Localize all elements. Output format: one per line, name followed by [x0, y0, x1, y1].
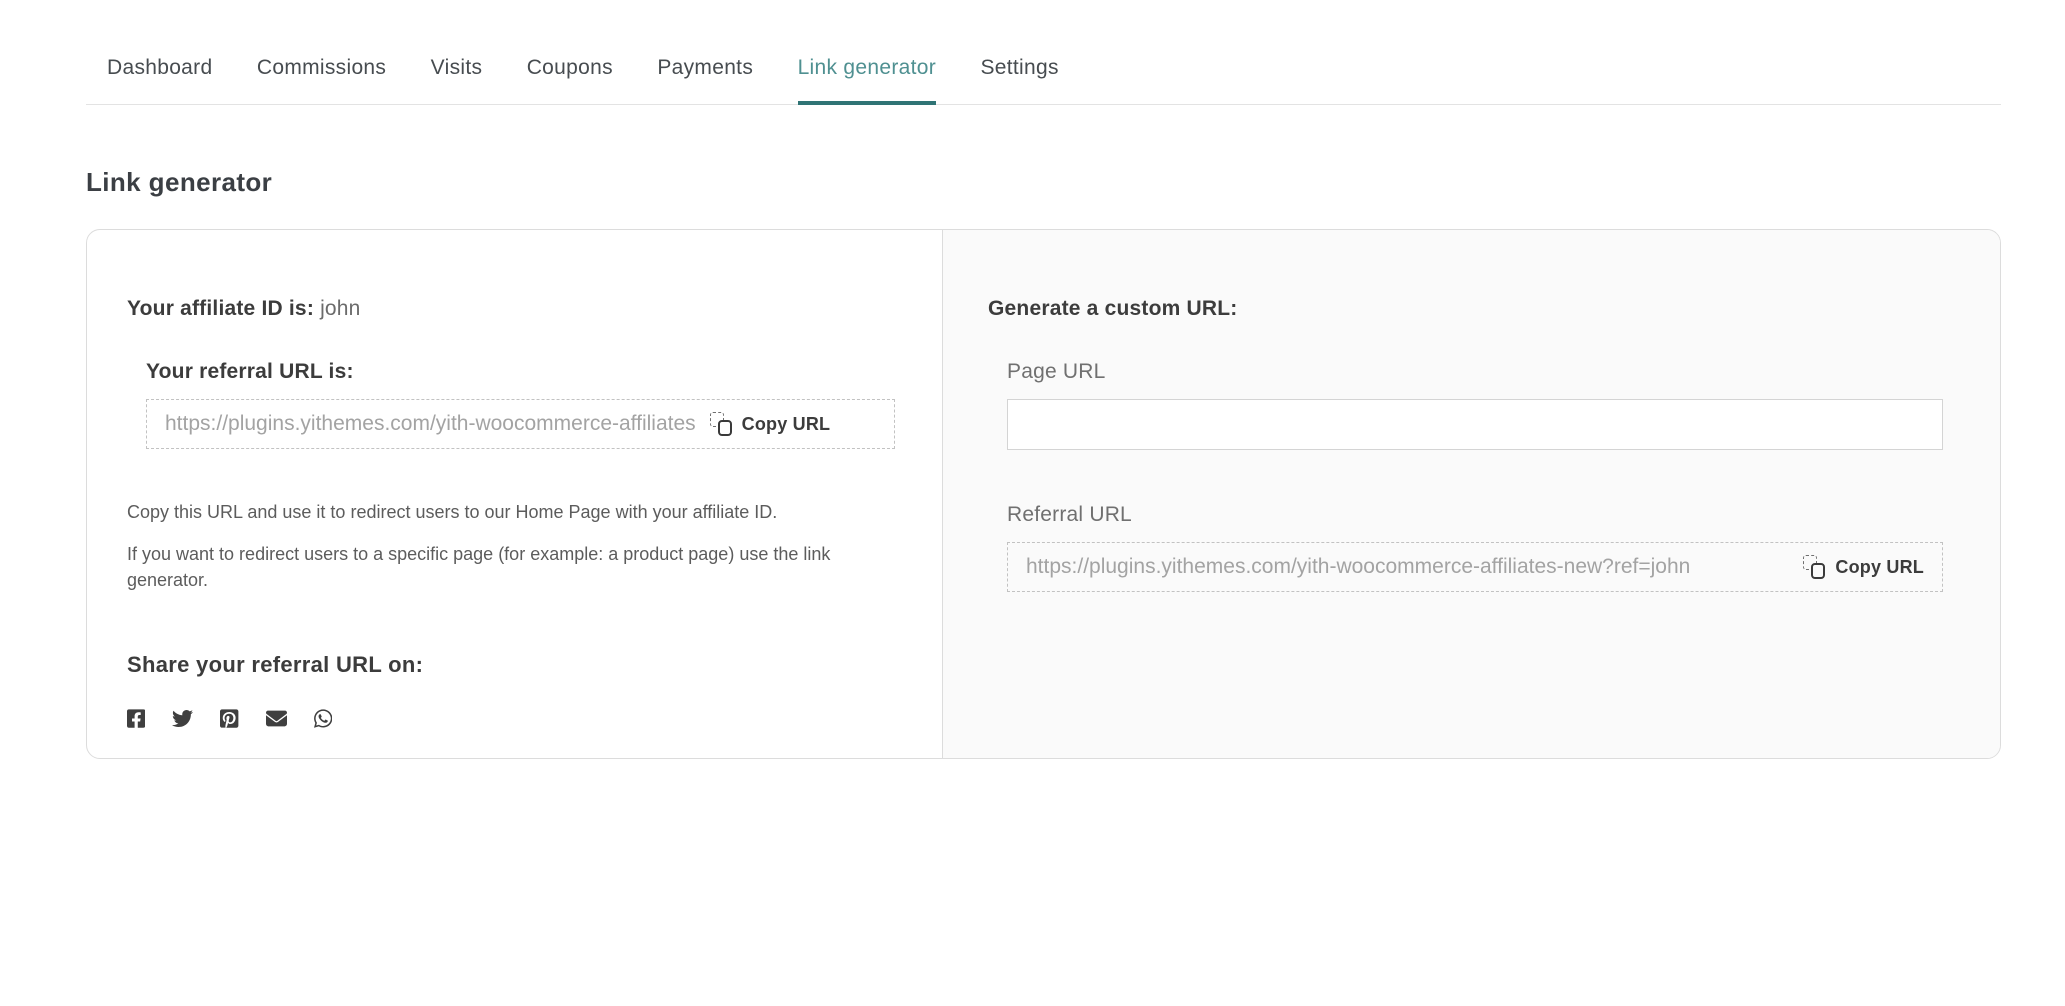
tab-coupons[interactable]: Coupons [527, 56, 613, 105]
facebook-icon[interactable] [127, 708, 145, 729]
tab-visits[interactable]: Visits [431, 56, 483, 105]
referral-url-box: https://plugins.yithemes.com/yith-woocom… [146, 399, 895, 449]
referral-info-panel: Your affiliate ID is: john Your referral… [87, 230, 942, 758]
tab-commissions[interactable]: Commissions [257, 56, 386, 105]
tab-link-generator[interactable]: Link generator [798, 56, 936, 105]
link-generator-card: Your affiliate ID is: john Your referral… [86, 229, 2001, 759]
tab-payments[interactable]: Payments [657, 56, 753, 105]
generated-referral-url-text: https://plugins.yithemes.com/yith-woocom… [1026, 555, 1690, 579]
page-url-field: Page URL [1007, 360, 1943, 450]
whatsapp-icon[interactable] [314, 708, 332, 729]
custom-url-heading: Generate a custom URL: [988, 297, 1943, 321]
copy-url-button-label: Copy URL [742, 414, 831, 435]
generated-referral-url-label: Referral URL [1007, 503, 1943, 527]
affiliate-id-label: Your affiliate ID is: [127, 297, 314, 320]
referral-help-text-2: If you want to redirect users to a speci… [127, 541, 882, 593]
referral-url-label: Your referral URL is: [146, 360, 902, 384]
copy-generated-url-button[interactable]: Copy URL [1803, 555, 1924, 579]
page-content: Dashboard Commissions Visits Coupons Pay… [86, 56, 2001, 759]
affiliate-id-value: john [320, 297, 361, 320]
copy-icon [1803, 555, 1825, 579]
page-title: Link generator [86, 167, 2001, 198]
tab-bar: Dashboard Commissions Visits Coupons Pay… [86, 56, 2001, 105]
copy-url-button[interactable]: Copy URL [710, 412, 831, 436]
generated-referral-url-field: Referral URL https://plugins.yithemes.co… [1007, 503, 1943, 592]
copy-icon [710, 412, 732, 436]
generated-referral-url-box: https://plugins.yithemes.com/yith-woocom… [1007, 542, 1943, 592]
twitter-icon[interactable] [172, 708, 193, 729]
referral-url-block: Your referral URL is: https://plugins.yi… [146, 360, 902, 449]
share-heading: Share your referral URL on: [127, 652, 902, 678]
social-share-row [127, 708, 902, 729]
custom-url-panel: Generate a custom URL: Page URL Referral… [942, 230, 2000, 758]
email-icon[interactable] [266, 708, 287, 729]
tab-settings[interactable]: Settings [981, 56, 1059, 105]
tab-dashboard[interactable]: Dashboard [107, 56, 212, 105]
pinterest-icon[interactable] [220, 708, 238, 729]
copy-generated-url-button-label: Copy URL [1835, 557, 1924, 578]
referral-url-text: https://plugins.yithemes.com/yith-woocom… [165, 412, 696, 436]
page-url-input[interactable] [1007, 399, 1943, 450]
referral-help-text-1: Copy this URL and use it to redirect use… [127, 499, 882, 525]
affiliate-id-line: Your affiliate ID is: john [127, 297, 902, 321]
page-url-label: Page URL [1007, 360, 1943, 384]
